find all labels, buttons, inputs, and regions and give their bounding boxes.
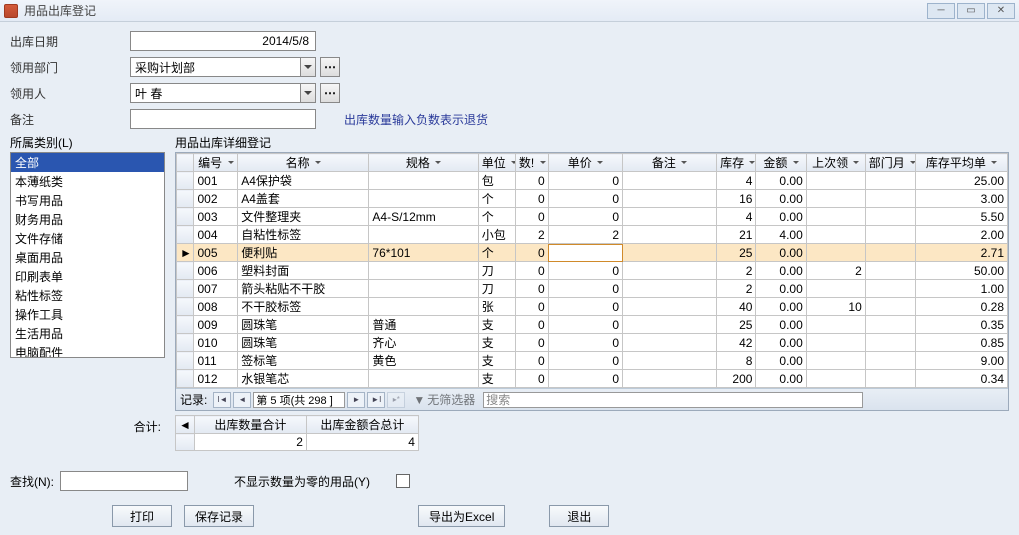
remark-input[interactable] bbox=[130, 109, 316, 129]
nav-next-button[interactable]: ► bbox=[347, 392, 365, 408]
dept-more-button[interactable]: ⋯ bbox=[320, 57, 340, 77]
person-combo[interactable] bbox=[130, 83, 300, 103]
hide-zero-label: 不显示数量为零的用品(Y) bbox=[234, 473, 370, 490]
col-header[interactable]: 单位 bbox=[478, 154, 515, 172]
category-label: 所属类别(L) bbox=[10, 134, 165, 151]
grid-label: 用品出库详细登记 bbox=[175, 134, 1009, 151]
close-button[interactable]: ✕ bbox=[987, 3, 1015, 19]
category-item[interactable]: 财务用品 bbox=[11, 210, 164, 229]
col-header[interactable]: 上次领 bbox=[806, 154, 865, 172]
col-header[interactable]: 备注 bbox=[623, 154, 717, 172]
category-item[interactable]: 文件存储 bbox=[11, 229, 164, 248]
col-header[interactable]: 规格 bbox=[369, 154, 478, 172]
category-item[interactable]: 书写用品 bbox=[11, 191, 164, 210]
person-label: 领用人 bbox=[10, 85, 130, 102]
col-header[interactable]: 库存 bbox=[717, 154, 756, 172]
nav-label: 记录: bbox=[180, 391, 207, 408]
nav-last-button[interactable]: ►I bbox=[367, 392, 385, 408]
minimize-button[interactable]: ─ bbox=[927, 3, 955, 19]
col-header[interactable]: 数! bbox=[515, 154, 548, 172]
remark-label: 备注 bbox=[10, 111, 130, 128]
save-button[interactable]: 保存记录 bbox=[184, 505, 254, 527]
table-row[interactable]: 007箭头粘贴不干胶刀0020.001.00 bbox=[177, 280, 1008, 298]
category-item[interactable]: 印刷表单 bbox=[11, 267, 164, 286]
table-row[interactable]: 012水银笔芯支002000.000.34 bbox=[177, 370, 1008, 388]
totals-amt-header[interactable]: 出库金额合总计 bbox=[306, 416, 418, 434]
window-title: 用品出库登记 bbox=[24, 2, 927, 19]
col-header[interactable]: 部门月 bbox=[865, 154, 915, 172]
dept-label: 领用部门 bbox=[10, 59, 130, 76]
table-row[interactable]: 009圆珠笔普通支00250.000.35 bbox=[177, 316, 1008, 334]
table-row[interactable]: 002A4盖套个00160.003.00 bbox=[177, 190, 1008, 208]
col-header[interactable]: 单价 bbox=[548, 154, 622, 172]
totals-label: 合计: bbox=[10, 415, 165, 435]
nav-new-button: ▸* bbox=[387, 392, 405, 408]
date-input[interactable] bbox=[130, 31, 316, 51]
totals-qty-header[interactable]: 出库数量合计 bbox=[194, 416, 306, 434]
dept-dropdown-button[interactable] bbox=[300, 57, 316, 77]
table-row[interactable]: 010圆珠笔齐心支00420.000.85 bbox=[177, 334, 1008, 352]
data-grid[interactable]: 编号 名称 规格 单位 数! 单价 备注 库存 金额 上次领 部门月 库存平均单… bbox=[175, 152, 1009, 411]
table-row[interactable]: 003文件整理夹A4-S/12mm个0040.005.50 bbox=[177, 208, 1008, 226]
print-button[interactable]: 打印 bbox=[112, 505, 172, 527]
category-item[interactable]: 电脑配件 bbox=[11, 343, 164, 358]
filter-icon: ▼ bbox=[413, 393, 425, 407]
hide-zero-checkbox[interactable] bbox=[396, 474, 410, 488]
nav-prev-button[interactable]: ◄ bbox=[233, 392, 251, 408]
table-row[interactable]: 011签标笔黄色支0080.009.00 bbox=[177, 352, 1008, 370]
category-item[interactable]: 粘性标签 bbox=[11, 286, 164, 305]
totals-amt-value: 4 bbox=[306, 434, 418, 451]
col-header[interactable]: 库存平均单 bbox=[916, 154, 1008, 172]
category-item[interactable]: 桌面用品 bbox=[11, 248, 164, 267]
find-label: 查找(N): bbox=[10, 473, 54, 490]
category-item[interactable]: 操作工具 bbox=[11, 305, 164, 324]
hint-text: 出库数量输入负数表示退货 bbox=[344, 111, 488, 128]
dept-combo[interactable] bbox=[130, 57, 300, 77]
category-item[interactable]: 全部 bbox=[11, 153, 164, 172]
table-row[interactable]: 004自粘性标签小包22214.002.00 bbox=[177, 226, 1008, 244]
nav-search-input[interactable] bbox=[483, 392, 863, 408]
table-row[interactable]: 006塑料封面刀0020.00250.00 bbox=[177, 262, 1008, 280]
category-item[interactable]: 本薄纸类 bbox=[11, 172, 164, 191]
col-header[interactable]: 金额 bbox=[756, 154, 806, 172]
totals-qty-value: 2 bbox=[194, 434, 306, 451]
app-icon bbox=[4, 4, 18, 18]
date-label: 出库日期 bbox=[10, 33, 130, 50]
table-row[interactable]: ►005便利贴76*101个0250.002.71 bbox=[177, 244, 1008, 262]
col-header[interactable]: 编号 bbox=[194, 154, 238, 172]
nav-nofilter: ▼无筛选器 bbox=[413, 391, 475, 408]
person-dropdown-button[interactable] bbox=[300, 83, 316, 103]
table-row[interactable]: 001A4保护袋包0040.0025.00 bbox=[177, 172, 1008, 190]
category-list[interactable]: 全部本薄纸类书写用品财务用品文件存储桌面用品印刷表单粘性标签操作工具生活用品电脑… bbox=[10, 152, 165, 358]
exit-button[interactable]: 退出 bbox=[549, 505, 609, 527]
person-more-button[interactable]: ⋯ bbox=[320, 83, 340, 103]
totals-grid: ◄ 出库数量合计 出库金额合总计 2 4 bbox=[175, 415, 419, 451]
nav-first-button[interactable]: I◄ bbox=[213, 392, 231, 408]
table-row[interactable]: 008不干胶标签张00400.00100.28 bbox=[177, 298, 1008, 316]
col-header[interactable]: 名称 bbox=[238, 154, 369, 172]
export-button[interactable]: 导出为Excel bbox=[418, 505, 505, 527]
category-item[interactable]: 生活用品 bbox=[11, 324, 164, 343]
nav-position[interactable] bbox=[253, 392, 345, 408]
maximize-button[interactable]: ▭ bbox=[957, 3, 985, 19]
find-input[interactable] bbox=[60, 471, 188, 491]
